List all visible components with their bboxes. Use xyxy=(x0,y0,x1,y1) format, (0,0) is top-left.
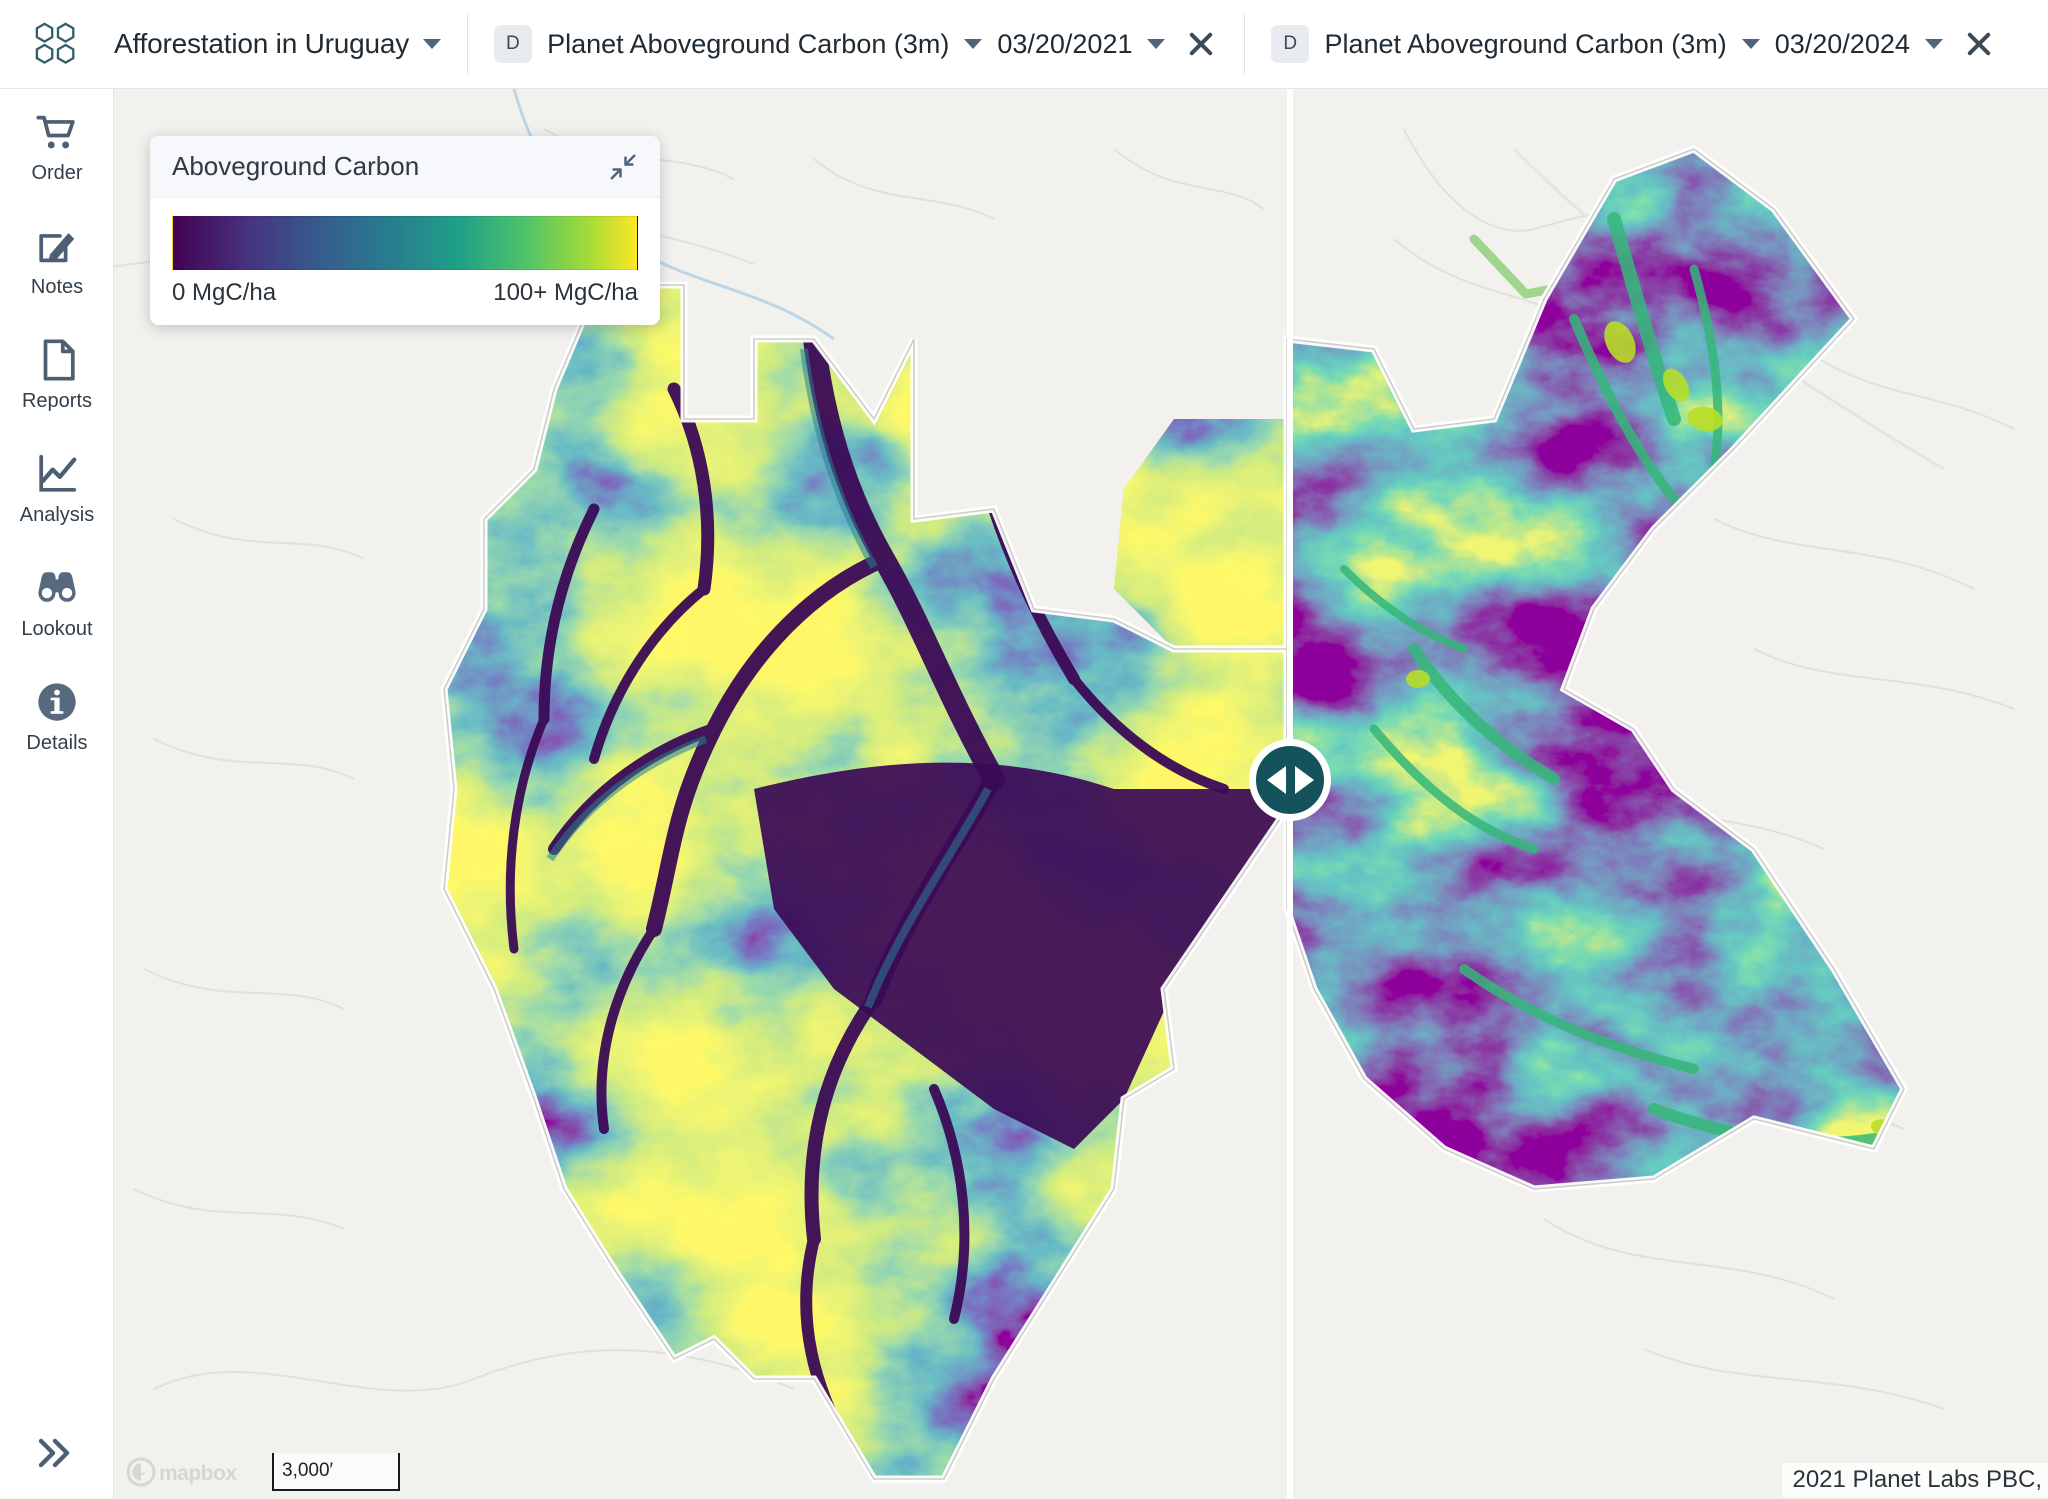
layer-date-left: 03/20/2021 xyxy=(997,29,1132,60)
map-scale-label: 3,000′ xyxy=(282,1460,333,1482)
legend-title: Aboveground Carbon xyxy=(172,151,419,182)
top-header: Afforestation in Uruguay D Planet Aboveg… xyxy=(0,0,2048,89)
sidebar-item-label: Order xyxy=(31,162,82,185)
chevron-down-icon[interactable] xyxy=(964,39,982,49)
layer-chip-left[interactable]: D Planet Aboveground Carbon (3m) 03/20/2… xyxy=(468,25,1244,63)
layer-name-right: Planet Aboveground Carbon (3m) xyxy=(1324,29,1726,60)
sidebar-item-label: Analysis xyxy=(20,504,94,527)
sidebar-item-lookout[interactable]: Lookout xyxy=(0,565,114,641)
chevron-down-icon[interactable] xyxy=(1147,39,1165,49)
sidebar-item-label: Notes xyxy=(31,276,83,299)
legend-header: Aboveground Carbon xyxy=(150,136,660,198)
map-attribution-right: 2021 Planet Labs PBC, xyxy=(1782,1463,2048,1497)
pencil-square-icon xyxy=(34,223,80,269)
close-icon[interactable] xyxy=(1184,27,1218,61)
layer-type-badge: D xyxy=(494,25,532,63)
line-chart-icon xyxy=(34,451,80,497)
left-sidebar: Order Notes Reports Analysis xyxy=(0,89,114,1499)
app-logo[interactable] xyxy=(0,0,114,88)
sidebar-item-label: Reports xyxy=(22,390,92,413)
sidebar-item-label: Lookout xyxy=(21,618,92,641)
sidebar-item-details[interactable]: Details xyxy=(0,679,114,755)
triangle-left-icon xyxy=(1267,766,1286,794)
close-icon[interactable] xyxy=(1962,27,1996,61)
legend-body: 0 MgC/ha 100+ MgC/ha xyxy=(150,198,660,325)
chevron-down-icon[interactable] xyxy=(1925,39,1943,49)
map-attribution-left: mapbox 3,000′ xyxy=(126,1453,400,1491)
map-canvas[interactable]: Aboveground Carbon 0 MgC/ha 100+ MgC/ha xyxy=(114,89,2048,1499)
legend-panel[interactable]: Aboveground Carbon 0 MgC/ha 100+ MgC/ha xyxy=(150,136,660,325)
sidebar-item-label: Details xyxy=(26,732,87,755)
project-selector[interactable]: Afforestation in Uruguay xyxy=(114,28,467,60)
layer-name-left: Planet Aboveground Carbon (3m) xyxy=(547,29,949,60)
chevron-down-icon[interactable] xyxy=(1742,39,1760,49)
app-root: Afforestation in Uruguay D Planet Aboveg… xyxy=(0,0,2048,1499)
legend-scale-labels: 0 MgC/ha 100+ MgC/ha xyxy=(172,279,638,307)
swipe-handle[interactable] xyxy=(1249,739,1331,821)
binoculars-icon xyxy=(34,565,80,611)
shopping-cart-icon xyxy=(34,109,80,155)
map-scale-bar: 3,000′ xyxy=(272,1453,400,1491)
sidebar-item-notes[interactable]: Notes xyxy=(0,223,114,299)
document-icon xyxy=(34,337,80,383)
project-title: Afforestation in Uruguay xyxy=(114,28,409,60)
legend-color-ramp xyxy=(172,216,638,270)
collapse-diagonal-icon[interactable] xyxy=(608,152,638,182)
sidebar-item-order[interactable]: Order xyxy=(0,109,114,185)
mapbox-logo-icon[interactable]: mapbox xyxy=(126,1456,256,1488)
sidebar-item-analysis[interactable]: Analysis xyxy=(0,451,114,527)
sidebar-item-reports[interactable]: Reports xyxy=(0,337,114,413)
sidebar-expand-button[interactable] xyxy=(0,1421,114,1485)
legend-min-label: 0 MgC/ha xyxy=(172,279,276,307)
layer-type-badge: D xyxy=(1271,25,1309,63)
layer-date-right: 03/20/2024 xyxy=(1775,29,1910,60)
chevron-down-icon[interactable] xyxy=(423,39,441,49)
triangle-right-icon xyxy=(1295,766,1314,794)
legend-max-label: 100+ MgC/ha xyxy=(493,279,638,307)
hexagons-logo-icon xyxy=(34,21,80,67)
double-chevron-right-icon xyxy=(35,1436,79,1470)
svg-text:mapbox: mapbox xyxy=(159,1462,237,1485)
info-circle-icon xyxy=(34,679,80,725)
layer-chip-right[interactable]: D Planet Aboveground Carbon (3m) 03/20/2… xyxy=(1245,25,2021,63)
